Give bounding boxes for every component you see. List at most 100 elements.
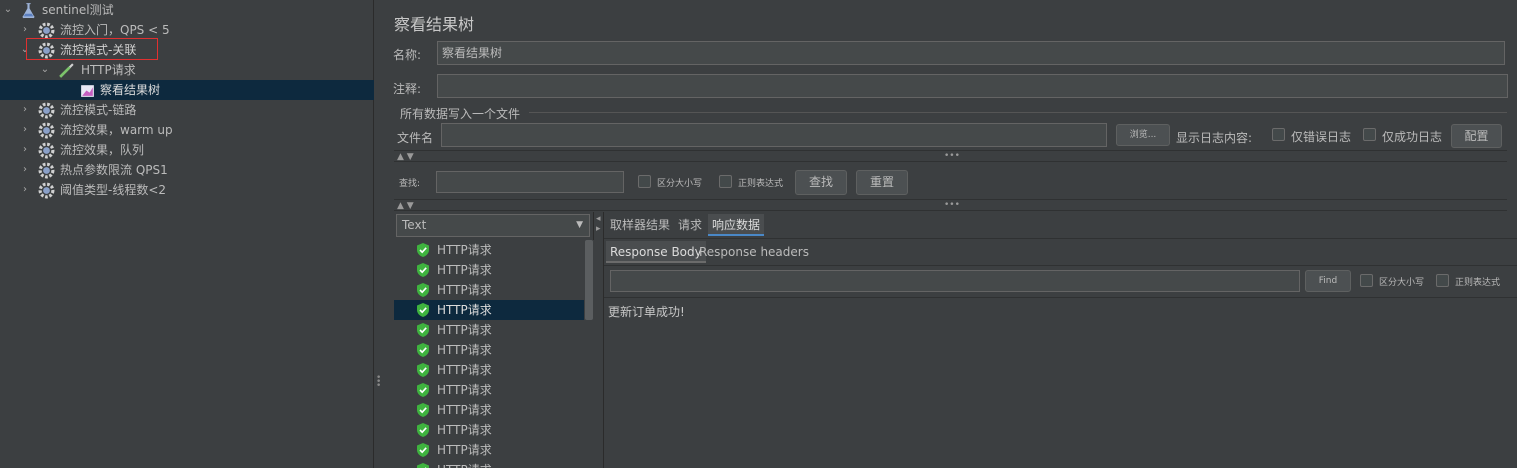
success-shield-icon: [417, 283, 429, 297]
dropdown-arrow-icon: ▼: [576, 220, 583, 230]
list-item[interactable]: HTTP请求: [394, 360, 584, 380]
splitter-grip-icon[interactable]: •••: [944, 151, 960, 161]
list-item[interactable]: HTTP请求: [394, 260, 584, 280]
search-input[interactable]: [436, 171, 624, 193]
success-shield-icon: [417, 403, 429, 417]
regex-label: 正则表达式: [1455, 278, 1501, 288]
success-shield-icon: [417, 263, 429, 277]
tree-node-thread-group[interactable]: › 阈值类型-线程数<2: [0, 180, 374, 200]
highlight-box: [26, 38, 158, 60]
name-label: 名称:: [393, 48, 422, 62]
success-only-checkbox[interactable]: [1363, 128, 1376, 141]
scrollbar-track[interactable]: [584, 240, 594, 468]
list-item[interactable]: HTTP请求: [394, 380, 584, 400]
chevron-right-icon[interactable]: ›: [20, 180, 30, 200]
list-item[interactable]: HTTP请求: [394, 400, 584, 420]
tree-node-label: 热点参数限流 QPS1: [60, 163, 168, 177]
chevron-right-icon[interactable]: ›: [20, 100, 30, 120]
list-item[interactable]: HTTP请求: [394, 420, 584, 440]
results-list[interactable]: HTTP请求 HTTP请求 HTTP请求 HTTP请求 HTTP请求 HTTP请…: [394, 240, 584, 468]
success-shield-icon: [417, 323, 429, 337]
tree-node-thread-group[interactable]: › 流控模式-链路: [0, 100, 374, 120]
collapse-arrows-icon[interactable]: ◂ ▸: [596, 214, 601, 234]
tree-node-label: 流控效果，队列: [60, 143, 145, 157]
chevron-right-icon[interactable]: ›: [20, 20, 30, 40]
regex-checkbox[interactable]: [1436, 274, 1449, 287]
response-body[interactable]: 更新订单成功!: [604, 298, 1517, 468]
regex-checkbox[interactable]: [719, 175, 732, 188]
success-shield-icon: [417, 343, 429, 357]
tab-response-body[interactable]: Response Body: [606, 241, 706, 263]
gear-icon: [38, 102, 55, 119]
tree-node-sampler[interactable]: ⌄ HTTP请求: [0, 60, 374, 80]
configure-button[interactable]: 配置: [1451, 124, 1502, 148]
chevron-right-icon[interactable]: ›: [20, 120, 30, 140]
filename-label: 文件名: [397, 131, 434, 145]
tree-node-label: 流控入门，QPS < 5: [60, 23, 170, 37]
case-sensitive-label: 区分大小写: [657, 179, 703, 189]
list-item-selected[interactable]: HTTP请求: [394, 300, 584, 320]
find-button[interactable]: 查找: [795, 170, 847, 195]
response-search-input[interactable]: [610, 270, 1300, 292]
splitter-grip-icon[interactable]: •••: [944, 200, 960, 210]
tree-node-thread-group[interactable]: › 流控入门，QPS < 5: [0, 20, 374, 40]
errors-only-label: 仅错误日志: [1291, 130, 1352, 144]
name-field[interactable]: 察看结果树: [437, 41, 1505, 65]
flask-icon: [22, 3, 35, 19]
comment-label: 注释:: [393, 82, 422, 96]
tree-node-thread-group[interactable]: › 流控效果，队列: [0, 140, 374, 160]
search-label: 查找:: [399, 179, 421, 189]
list-item[interactable]: HTTP请求: [394, 440, 584, 460]
list-item[interactable]: HTTP请求: [394, 460, 584, 468]
tab-request[interactable]: 请求: [678, 214, 702, 236]
tree-node-thread-group[interactable]: › 热点参数限流 QPS1: [0, 160, 374, 180]
list-item[interactable]: HTTP请求: [394, 320, 584, 340]
filename-field[interactable]: [441, 123, 1107, 147]
comment-field[interactable]: [437, 74, 1508, 98]
success-shield-icon: [417, 303, 429, 317]
log-content-label: 显示日志内容:: [1176, 131, 1253, 145]
tree-node-label: 流控模式-链路: [60, 103, 137, 117]
gear-icon: [38, 122, 55, 139]
case-sensitive-checkbox[interactable]: [638, 175, 651, 188]
browse-button[interactable]: 浏览...: [1116, 124, 1170, 146]
listener-panel: 察看结果树 名称: 察看结果树 注释: 所有数据写入一个文件 文件名 浏览...…: [384, 0, 1517, 468]
reset-button[interactable]: 重置: [856, 170, 908, 195]
success-only-label: 仅成功日志: [1382, 130, 1443, 144]
tree-node-label: HTTP请求: [81, 63, 136, 77]
scrollbar-thumb[interactable]: [585, 240, 593, 320]
tree-node-listener[interactable]: 察看结果树: [0, 80, 374, 100]
gear-icon: [38, 162, 55, 179]
success-shield-icon: [417, 383, 429, 397]
results-list-pane: Text ▼ HTTP请求 HTTP请求 HTTP请求 HTTP请求 HTTP请…: [394, 212, 594, 468]
case-sensitive-checkbox[interactable]: [1360, 274, 1373, 287]
divider: [604, 265, 1517, 266]
tree-node-label: 流控效果，warm up: [60, 123, 173, 137]
test-plan-tree[interactable]: ⌄ sentinel测试 › 流控入门，QPS < 5 ⌄ 流控模式-关联 ⌄ …: [0, 0, 374, 468]
file-section-title: 所有数据写入一个文件: [400, 107, 521, 121]
find-response-button[interactable]: Find: [1305, 270, 1351, 292]
chevron-down-icon[interactable]: ⌄: [3, 0, 13, 20]
renderer-select[interactable]: Text ▼: [396, 214, 590, 237]
list-item[interactable]: HTTP请求: [394, 280, 584, 300]
pipette-icon: [59, 63, 74, 78]
chevron-right-icon[interactable]: ›: [20, 140, 30, 160]
success-shield-icon: [417, 463, 429, 468]
success-shield-icon: [417, 243, 429, 257]
panel-splitter[interactable]: • • •: [374, 0, 384, 468]
tree-node-root[interactable]: ⌄ sentinel测试: [0, 0, 374, 20]
errors-only-checkbox[interactable]: [1272, 128, 1285, 141]
tab-response-data[interactable]: 响应数据: [708, 214, 765, 236]
tab-sampler-result[interactable]: 取样器结果: [610, 214, 670, 236]
case-sensitive-label: 区分大小写: [1379, 278, 1425, 288]
chevron-right-icon[interactable]: ›: [20, 160, 30, 180]
detail-pane: 取样器结果 请求 响应数据 Response Body Response hea…: [603, 212, 1517, 468]
chevron-down-icon[interactable]: ⌄: [40, 60, 50, 80]
list-item[interactable]: HTTP请求: [394, 340, 584, 360]
list-item[interactable]: HTTP请求: [394, 240, 584, 260]
tab-response-headers[interactable]: Response headers: [699, 241, 809, 263]
renderer-value: Text: [402, 218, 427, 232]
tree-node-thread-group[interactable]: › 流控效果，warm up: [0, 120, 374, 140]
splitter-grip-icon: • • •: [376, 373, 382, 391]
response-body-text: 更新订单成功!: [608, 305, 685, 319]
